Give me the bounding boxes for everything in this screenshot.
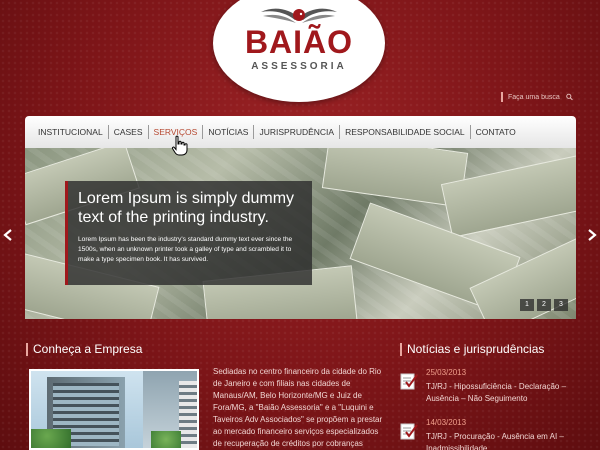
brand-tagline: ASSESSORIA — [251, 61, 347, 72]
search-icon[interactable] — [566, 93, 573, 101]
slide-caption: Lorem Ipsum is simply dummy text of the … — [65, 181, 312, 285]
main-nav: INSTITUCIONAL CASES SERVIÇOS NOTÍCIAS JU… — [25, 116, 576, 148]
company-description: Sediadas no centro financeiro da cidade … — [213, 367, 383, 448]
news-title[interactable]: TJ/RJ - Procuração - Ausência em AI – In… — [426, 431, 586, 450]
brand-name: BAIÃO — [244, 24, 354, 60]
news-heading: Notícias e jurisprudências — [400, 343, 544, 356]
search-input[interactable] — [508, 93, 562, 101]
slider-page-2[interactable]: 2 — [537, 299, 551, 311]
hero-slider[interactable]: Lorem Ipsum is simply dummy text of the … — [25, 148, 576, 319]
nav-item-cases[interactable]: CASES — [109, 125, 149, 139]
slider-page-3[interactable]: 3 — [554, 299, 568, 311]
document-check-icon — [400, 423, 418, 440]
slider-pager: 1 2 3 — [520, 299, 568, 311]
nav-item-responsabilidade-social[interactable]: RESPONSABILIDADE SOCIAL — [340, 125, 471, 139]
news-date: 14/03/2013 — [426, 418, 467, 427]
news-date: 25/03/2013 — [426, 368, 467, 377]
hand-cursor-icon — [171, 135, 188, 156]
slider-prev-arrow-icon[interactable] — [3, 229, 13, 241]
slider-next-arrow-icon[interactable] — [587, 229, 597, 241]
slide-text: Lorem Ipsum has been the industry's stan… — [78, 236, 293, 263]
nav-item-institucional[interactable]: INSTITUCIONAL — [33, 125, 109, 139]
slide-title: Lorem Ipsum is simply dummy text of the … — [78, 190, 295, 226]
nav-item-contato[interactable]: CONTATO — [471, 125, 521, 139]
search-box — [501, 92, 573, 102]
nav-item-jurisprudencia[interactable]: JURISPRUDÊNCIA — [254, 125, 341, 139]
eagle-icon — [261, 8, 337, 23]
nav-item-noticias[interactable]: NOTÍCIAS — [203, 125, 255, 139]
slider-page-1[interactable]: 1 — [520, 299, 534, 311]
company-heading: Conheça a Empresa — [26, 343, 142, 356]
company-building-photo — [29, 369, 199, 450]
news-title[interactable]: TJ/RJ - Hipossuficiência - Declaração – … — [426, 381, 586, 405]
document-check-icon — [400, 373, 418, 390]
